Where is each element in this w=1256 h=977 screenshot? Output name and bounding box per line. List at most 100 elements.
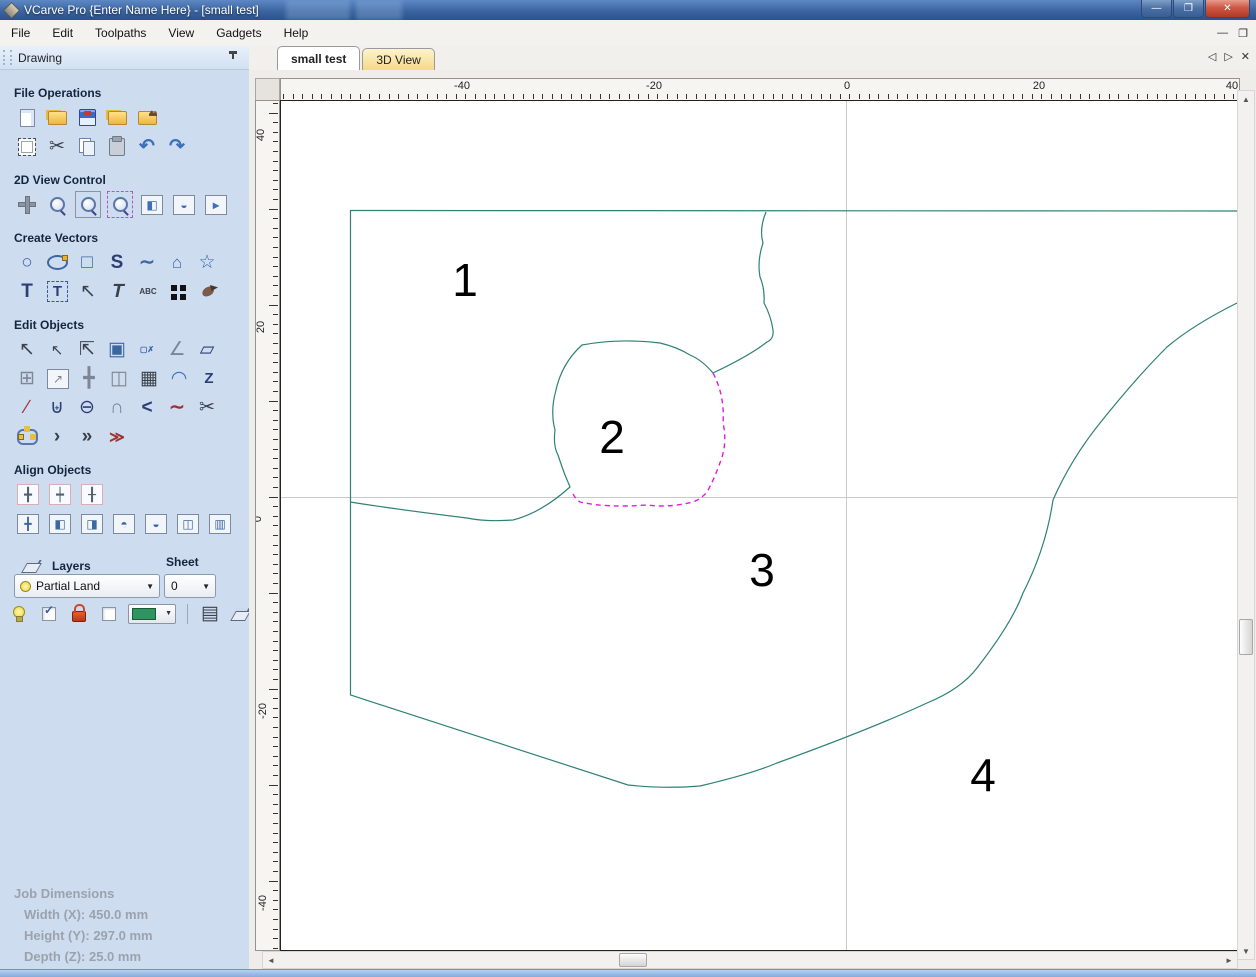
layer-visible-checkbox[interactable] bbox=[37, 601, 61, 626]
cut-icon[interactable]: ✂ bbox=[45, 134, 69, 159]
align-top-icon[interactable]: ◓ bbox=[113, 513, 135, 534]
new-file-icon[interactable] bbox=[15, 105, 39, 130]
zigzag-text-icon[interactable]: Z bbox=[197, 366, 221, 391]
fillet-icon[interactable]: ◠ bbox=[167, 366, 191, 391]
draw-polyline-icon[interactable]: S bbox=[105, 250, 129, 275]
menu-gadgets[interactable]: Gadgets bbox=[205, 22, 272, 44]
scroll-down-button[interactable]: ▼ bbox=[1238, 943, 1254, 959]
menu-edit[interactable]: Edit bbox=[41, 22, 84, 44]
scroll-right-button[interactable]: ► bbox=[1221, 952, 1237, 968]
ungroup-objects-icon[interactable]: ▢✗ bbox=[135, 337, 159, 362]
trim-vector-icon[interactable]: < bbox=[135, 395, 159, 420]
layer-visibility-bulb-icon[interactable] bbox=[7, 601, 31, 626]
scroll-left-button[interactable]: ◄ bbox=[263, 952, 279, 968]
draw-text-icon[interactable]: T bbox=[15, 279, 39, 304]
trim-line-icon[interactable]: ∕ bbox=[15, 395, 39, 420]
job-setup-icon[interactable] bbox=[15, 134, 39, 159]
select-cursor-icon[interactable]: ↖ bbox=[15, 337, 39, 362]
select-text-icon[interactable]: ↖ bbox=[76, 279, 100, 304]
region-label-3[interactable]: 3 bbox=[749, 543, 775, 597]
switch-3d-view-icon[interactable]: ▸ bbox=[205, 194, 227, 215]
panel-grip[interactable] bbox=[3, 50, 12, 65]
vector-boundary-outline[interactable] bbox=[349, 209, 1238, 788]
import-vectors-icon[interactable] bbox=[105, 105, 129, 130]
menu-view[interactable]: View bbox=[157, 22, 205, 44]
draw-curve-icon[interactable]: ∼ bbox=[135, 250, 159, 275]
draw-polygon-icon[interactable]: ⌂ bbox=[165, 250, 189, 275]
draw-text-box-icon[interactable]: T bbox=[47, 281, 68, 302]
drawing-canvas[interactable]: 1 2 3 4 bbox=[280, 100, 1239, 951]
extend-vector-icon[interactable]: ∼ bbox=[165, 395, 189, 420]
draw-circle-icon[interactable]: ○ bbox=[15, 250, 39, 275]
space-horizontal-icon[interactable]: ◫ bbox=[177, 513, 199, 534]
tab-scroll-right-button[interactable]: ▷ bbox=[1224, 50, 1232, 63]
draw-rectangle-icon[interactable]: □ bbox=[75, 250, 99, 275]
subtract-vectors-icon[interactable]: ⊖ bbox=[75, 395, 99, 420]
tab-close-button[interactable]: ✕ bbox=[1241, 50, 1250, 63]
offset-object-icon[interactable]: ⊞ bbox=[15, 366, 39, 391]
region-label-2[interactable]: 2 bbox=[599, 410, 625, 464]
intersect-vectors-icon[interactable]: ∩ bbox=[105, 395, 129, 420]
clipart-bird-icon[interactable] bbox=[196, 279, 220, 304]
open-file-icon[interactable] bbox=[45, 105, 69, 130]
horizontal-scrollbar[interactable]: ◄ ► bbox=[262, 951, 1238, 969]
drawing-panel-header[interactable]: Drawing bbox=[0, 46, 249, 70]
align-left-icon[interactable]: ◧ bbox=[49, 513, 71, 534]
undo-icon[interactable]: ↶ bbox=[135, 134, 159, 159]
redo-icon[interactable]: ↷ bbox=[165, 134, 189, 159]
align-center-horizontal-icon[interactable]: ┿ bbox=[49, 484, 71, 505]
measure-icon[interactable]: ∠ bbox=[165, 337, 189, 362]
restore-button[interactable]: ❐ bbox=[1173, 0, 1204, 18]
vertical-scrollbar[interactable]: ▲ ▼ bbox=[1237, 90, 1255, 960]
toggle-bottom-panel-icon[interactable]: ◒ bbox=[173, 194, 195, 215]
qr-code-icon[interactable] bbox=[166, 279, 190, 304]
tab-3d-view[interactable]: 3D View bbox=[362, 48, 435, 70]
zoom-extents-icon[interactable] bbox=[107, 191, 133, 218]
region-label-1[interactable]: 1 bbox=[452, 253, 478, 307]
weld-vectors-icon[interactable]: ⊎ bbox=[45, 395, 69, 420]
draw-ellipse-icon[interactable] bbox=[45, 250, 69, 275]
minimize-button[interactable]: — bbox=[1141, 0, 1172, 18]
zoom-selection-icon[interactable] bbox=[45, 192, 69, 217]
import-bitmap-icon[interactable] bbox=[135, 105, 159, 130]
node-edit-cursor-icon[interactable]: ↖ bbox=[45, 337, 69, 362]
edit-layers-icon[interactable]: ▤ bbox=[198, 601, 222, 626]
join-vectors-curve-icon[interactable]: ≫ bbox=[105, 424, 129, 449]
zoom-window-icon[interactable] bbox=[75, 191, 101, 218]
sheet-select-dropdown[interactable]: 0 ▼ bbox=[164, 574, 216, 598]
align-right-icon[interactable]: ◨ bbox=[81, 513, 103, 534]
tab-scroll-left-button[interactable]: ◁ bbox=[1208, 50, 1216, 63]
region-label-4[interactable]: 4 bbox=[970, 748, 996, 802]
cut-vector-icon[interactable]: ✂ bbox=[195, 395, 219, 420]
join-vectors-move-icon[interactable]: › bbox=[45, 424, 69, 449]
scroll-up-button[interactable]: ▲ bbox=[1238, 91, 1254, 107]
copy-icon[interactable] bbox=[75, 134, 99, 159]
join-vectors-line-icon[interactable]: » bbox=[75, 424, 99, 449]
draw-star-icon[interactable]: ☆ bbox=[195, 250, 219, 275]
arc-text-icon[interactable]: ABC bbox=[136, 279, 160, 304]
array-copy-icon[interactable]: ▦ bbox=[137, 366, 161, 391]
close-button[interactable]: ✕ bbox=[1205, 0, 1250, 18]
tab-small-test[interactable]: small test bbox=[277, 46, 361, 70]
menu-help[interactable]: Help bbox=[273, 22, 320, 44]
pin-icon[interactable] bbox=[227, 51, 239, 63]
align-center-both-icon[interactable]: ╋ bbox=[17, 484, 39, 505]
edit-nodes-icon[interactable] bbox=[15, 424, 39, 449]
toggle-left-panel-icon[interactable]: ◧ bbox=[141, 194, 163, 215]
vector-squiggle[interactable] bbox=[712, 211, 774, 374]
layer-lock-icon[interactable] bbox=[67, 601, 91, 626]
document-minimize-button[interactable]: — bbox=[1217, 27, 1228, 39]
text-frame-icon[interactable]: T bbox=[103, 279, 132, 304]
center-object-icon[interactable]: ╋ bbox=[77, 366, 101, 391]
vertical-scroll-thumb[interactable] bbox=[1239, 619, 1253, 655]
vector-island-selected[interactable] bbox=[571, 372, 726, 507]
group-objects-icon[interactable]: ▣ bbox=[105, 337, 129, 362]
space-vertical-icon[interactable]: ▥ bbox=[209, 513, 231, 534]
align-center-vertical-icon[interactable]: ╂ bbox=[81, 484, 103, 505]
menu-file[interactable]: File bbox=[0, 22, 41, 44]
vector-island-teal[interactable] bbox=[349, 340, 714, 522]
pan-view-icon[interactable] bbox=[15, 192, 39, 217]
paste-icon[interactable] bbox=[105, 134, 129, 159]
scale-object-icon[interactable]: ↗ bbox=[47, 368, 69, 389]
move-cursor-icon[interactable]: ⇱ bbox=[75, 337, 99, 362]
